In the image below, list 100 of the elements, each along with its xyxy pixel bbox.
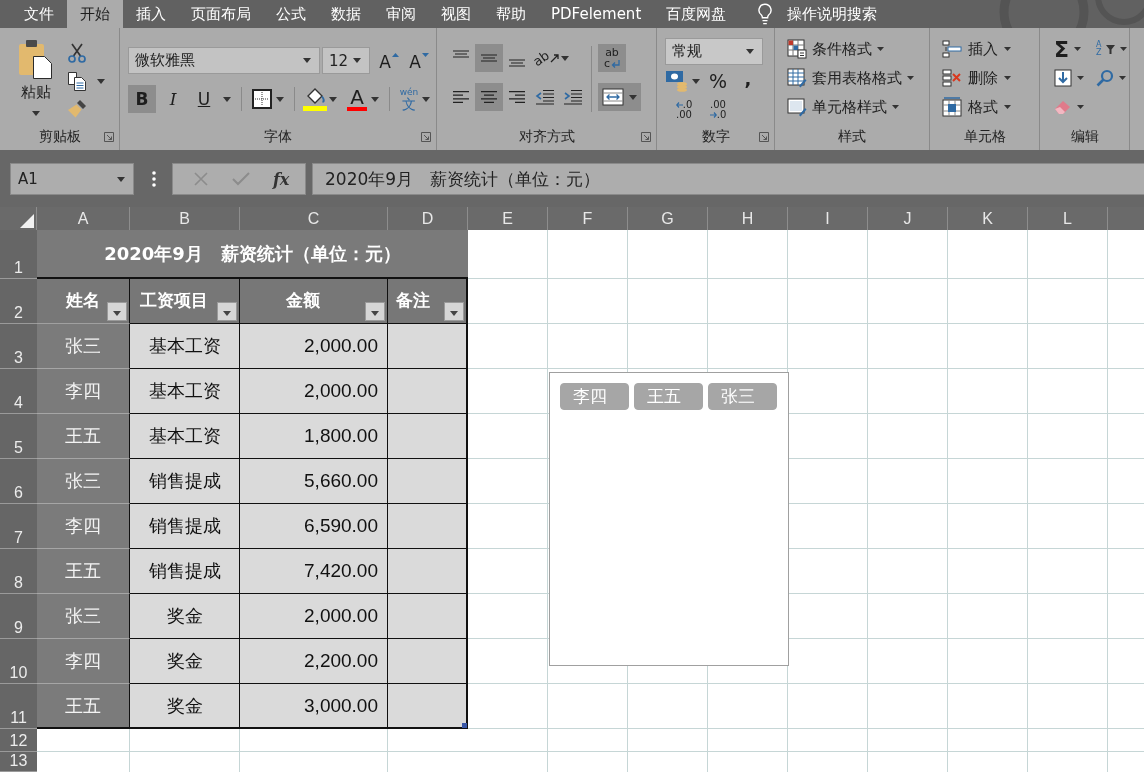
menu-tab[interactable]: 文件 (12, 0, 66, 28)
table-title: 2020年9月 薪资统计（单位：元） (37, 230, 468, 279)
cells-menu-button[interactable]: 格式 (942, 94, 1011, 120)
row-header[interactable]: 9 (0, 594, 37, 639)
caret-icon[interactable] (692, 78, 700, 84)
menu-tab[interactable]: 页面布局 (179, 0, 263, 28)
row-header[interactable]: 1 (0, 230, 37, 279)
dialog-launcher-icon[interactable] (759, 132, 769, 142)
menu-tab[interactable]: 公式 (264, 0, 318, 28)
amount-cell: 3,000.00 (240, 684, 388, 729)
caret-icon (629, 94, 637, 100)
caret-icon[interactable] (371, 96, 379, 102)
more-options-icon[interactable] (152, 171, 156, 187)
group-label: 剪贴板 (38, 128, 81, 146)
styles-menu-button[interactable]: 条件格式 (787, 36, 884, 62)
align-icon (508, 90, 526, 104)
currency-button[interactable] (665, 68, 689, 94)
styles-menu-button[interactable]: 套用表格格式 (787, 65, 914, 91)
align-icon (508, 59, 526, 67)
row-header[interactable]: 3 (0, 324, 37, 369)
copy-button[interactable] (66, 70, 88, 92)
row-header[interactable]: 6 (0, 459, 37, 504)
increase-decimal-button[interactable]: .0 .00 (671, 97, 697, 123)
caret-icon[interactable] (32, 111, 40, 116)
italic-button[interactable]: I (159, 85, 187, 113)
filter-button[interactable] (444, 302, 464, 321)
row-header[interactable]: 13 (0, 752, 37, 772)
borders-button[interactable] (250, 86, 274, 112)
center-align-button[interactable] (475, 83, 503, 111)
up-triangle-icon (391, 52, 399, 57)
orientation-button[interactable]: ab (533, 45, 570, 71)
paint-bucket-icon (303, 87, 327, 111)
delete-cells-icon (942, 68, 962, 88)
formula-field[interactable]: 2020年9月 薪资统计（单位：元） (312, 163, 1144, 195)
format-cells-icon (942, 97, 962, 117)
grow-font-button[interactable]: A (378, 47, 400, 74)
filter-button[interactable] (217, 302, 237, 321)
menu-tab[interactable]: 审阅 (374, 0, 428, 28)
filter-button[interactable] (365, 302, 385, 321)
amount-cell: 5,660.00 (240, 459, 388, 504)
menu-tab[interactable]: 视图 (429, 0, 483, 28)
menu-tab[interactable]: 数据 (319, 0, 373, 28)
dialog-launcher-icon[interactable] (421, 132, 431, 142)
row-header[interactable]: 7 (0, 504, 37, 549)
row-header[interactable]: 2 (0, 279, 37, 324)
column-title: 工资项目 (139, 289, 208, 312)
paste-button[interactable]: 粘贴 (15, 39, 57, 126)
dropdown-arrow-icon (450, 311, 458, 316)
caret-icon[interactable] (276, 96, 284, 102)
down-triangle-icon (421, 52, 429, 57)
fill-color-button[interactable] (303, 86, 327, 112)
format-painter-button[interactable] (66, 98, 88, 120)
group-label: 数字 (701, 128, 730, 146)
percent-button[interactable]: % (706, 68, 730, 94)
row-header[interactable]: 5 (0, 414, 37, 459)
fill-down-icon (1054, 69, 1072, 87)
dialog-launcher-icon[interactable] (641, 132, 651, 142)
cell-styles-icon (787, 97, 807, 117)
row-header[interactable]: 10 (0, 639, 37, 684)
row-header[interactable]: 11 (0, 684, 37, 729)
name-box[interactable]: A1 (10, 163, 134, 195)
underline-button[interactable]: U (190, 85, 218, 113)
row-header[interactable]: 12 (0, 729, 37, 752)
cut-button[interactable] (66, 42, 88, 64)
merge-center-button[interactable] (598, 83, 641, 111)
bold-button[interactable]: B (128, 85, 156, 113)
menu-tab[interactable]: PDFelement (539, 0, 654, 28)
cells-menu-button[interactable]: 删除 (942, 65, 1011, 91)
clipboard-icon (18, 39, 54, 79)
lightbulb-icon[interactable] (757, 3, 774, 25)
menu-tab[interactable]: 帮助 (484, 0, 538, 28)
comma-style-button[interactable]: , (736, 68, 760, 94)
copy-icon (67, 71, 87, 91)
menu-tab[interactable]: 插入 (124, 0, 178, 28)
shrink-font-button[interactable]: A (408, 47, 430, 74)
diagonal-arrow-icon (550, 53, 561, 63)
tell-me-search-field[interactable]: 操作说明搜索 (787, 5, 888, 23)
caret-icon[interactable] (97, 78, 105, 84)
wrap-text-button[interactable]: ab c (598, 44, 626, 72)
decrease-decimal-button[interactable]: .00 .0 (705, 97, 731, 123)
autosum-button[interactable]: Σ (1054, 36, 1084, 62)
caret-icon[interactable] (223, 96, 231, 102)
cells-menu-button[interactable]: 插入 (942, 36, 1011, 62)
row-header[interactable]: 4 (0, 369, 37, 414)
filter-button[interactable] (107, 302, 127, 321)
caret-icon[interactable] (422, 96, 430, 102)
insert-function-button[interactable]: fx (272, 169, 290, 189)
menu-tab[interactable]: 开始 (67, 0, 123, 28)
font-size-dropdown[interactable]: 12 (322, 47, 370, 74)
menu-tab[interactable]: 百度网盘 (654, 0, 739, 28)
resize-handle-icon[interactable] (462, 723, 467, 728)
check-icon[interactable] (231, 172, 250, 186)
caret-icon[interactable] (329, 96, 337, 102)
styles-menu-button[interactable]: 单元格样式 (787, 94, 899, 120)
row-header[interactable]: 8 (0, 549, 37, 594)
font-color-button[interactable]: A (345, 86, 369, 112)
dialog-launcher-icon[interactable] (104, 132, 114, 142)
number-format-dropdown[interactable]: 常规 (665, 38, 763, 65)
column-title: 金额 (285, 289, 320, 312)
font-name-dropdown[interactable]: 微软雅黑 (128, 47, 320, 74)
